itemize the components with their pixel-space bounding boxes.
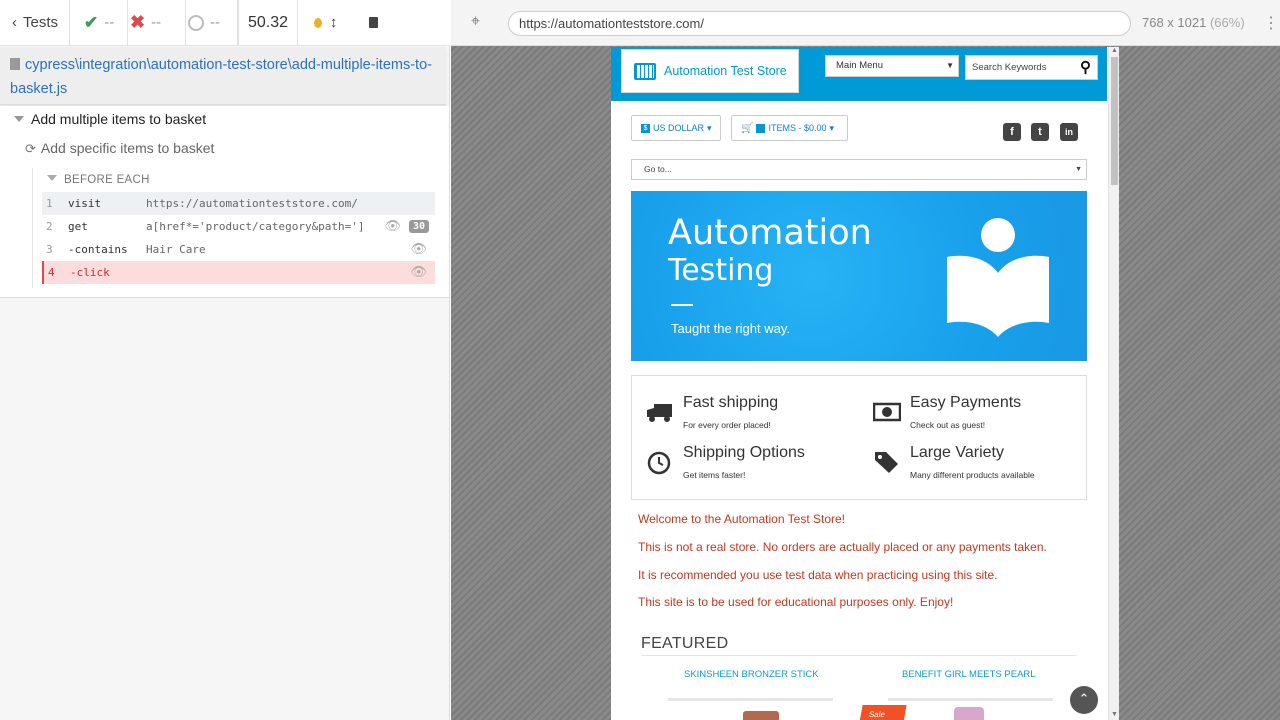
tests-back-link[interactable]: ‹ Tests [0,0,70,46]
clock-icon [647,451,671,475]
reading-person-icon [947,218,1049,337]
product-image[interactable] [954,707,984,720]
caret-down-icon [14,116,24,122]
viewport-info[interactable]: 768 x 1021 (66%) [1142,15,1245,30]
truck-icon [647,404,672,422]
featured-heading: FEATURED [641,635,729,652]
check-icon: ✔ [84,12,99,32]
cart-logo-icon [634,62,656,80]
spec-file-path[interactable]: cypress\integration\automation-test-stor… [0,47,446,105]
pending-count: -- [186,0,238,46]
scrollbar-thumb[interactable] [1111,57,1118,185]
url-bar[interactable]: https://automationteststore.com/ [508,11,1131,36]
file-icon [10,58,20,70]
facebook-icon[interactable]: f [1003,123,1021,141]
twitter-icon[interactable]: t [1031,123,1049,141]
feature-easy-payments: Easy Payments Check out as guest! [873,394,1073,439]
selector-playground-icon[interactable]: ⌖ [471,13,489,31]
failed-count: ✖ -- [128,0,186,46]
hook-block: BEFORE EACH 1 visit https://automationte… [32,168,435,288]
caret-down-icon [47,175,57,181]
site-header: Automation Test Store Main Menu ▼ Search… [611,47,1107,101]
welcome-notice: Welcome to the Automation Test Store! [638,512,845,526]
features-box: Fast shipping For every order placed! Ea… [631,375,1087,500]
goto-select[interactable]: Go to... ▼ [631,159,1087,180]
feature-shipping-options: Shipping Options Get items faster! [646,444,846,489]
currency-dropdown[interactable]: $ US DOLLAR ▾ [631,115,721,141]
feature-large-variety: Large Variety Many different products av… [873,444,1073,489]
auto-scroll-icon[interactable]: ↕ [330,14,338,31]
sale-badge: Sale [859,705,907,720]
items-icon [756,123,766,133]
product-image[interactable] [743,711,779,720]
cart-dropdown[interactable]: 🛒 ITEMS - $0.00 ▾ [731,115,848,141]
eye-slash-icon: 👁 [410,242,427,257]
eye-slash-icon: 👁 [384,219,401,234]
command-row[interactable]: 1 visit https://automationteststore.com/ [42,192,435,215]
test-title[interactable]: ⟳ Add specific items to basket [25,140,214,157]
divider [641,655,1077,656]
hook-title[interactable]: BEFORE EACH [47,174,150,186]
divider [888,698,1053,701]
main-menu-select[interactable]: Main Menu ▼ [825,55,959,77]
notice-text: It is recommended you use test data when… [638,568,998,582]
element-count-badge: 30 [408,220,429,233]
caret-down-icon: ▼ [946,61,954,70]
site-logo[interactable]: Automation Test Store [621,49,799,93]
scrollbar[interactable]: ▲ ▼ [1108,47,1119,720]
passed-count: ✔ -- [70,0,128,46]
command-row[interactable]: 3 -contains Hair Care 👁 [42,238,435,261]
test-suite: Add multiple items to basket ⟳ Add specif… [0,106,449,298]
duration: 50.32 [238,0,298,46]
command-row-failed[interactable]: 4 -click 👁 [42,261,435,284]
search-input[interactable]: Search Keywords ⚲ [965,55,1098,80]
pending-circle-icon [188,14,204,31]
hero-banner[interactable]: Automation Testing Taught the right way. [631,191,1087,361]
divider [671,304,693,306]
linkedin-icon[interactable]: in [1060,123,1078,141]
money-icon [873,402,901,422]
caret-down-icon: ▼ [1075,166,1082,173]
scroll-down-icon[interactable]: ▼ [1111,711,1118,718]
spinner-icon: ⟳ [25,141,36,156]
stop-button[interactable] [369,17,378,28]
divider [668,698,833,701]
back-to-top-button[interactable]: ⌃ [1070,686,1098,714]
feature-fast-shipping: Fast shipping For every order placed! [646,394,846,439]
tags-icon [875,452,898,473]
x-icon: ✖ [130,12,146,32]
scroll-up-icon[interactable]: ▲ [1111,47,1118,54]
notice-text: This is not a real store. No orders are … [638,540,1047,554]
chevron-left-icon: ‹ [12,14,17,31]
notice-text: This site is to be used for educational … [638,595,954,609]
command-row[interactable]: 2 get a[href*='product/category&path='] … [42,215,435,238]
product-link[interactable]: SKINSHEEN BRONZER STICK [684,669,819,680]
running-indicator-icon [314,17,322,28]
aut-iframe: Automation Test Store Main Menu ▼ Search… [611,47,1119,720]
runner-toolbar: ‹ Tests ✔ -- ✖ -- -- 50.32 ↕ [0,0,450,46]
chevron-up-icon: ⌃ [1078,691,1090,706]
dollar-icon: $ [641,123,650,133]
more-options-icon[interactable]: ⋮ [1263,13,1279,33]
suite-title[interactable]: Add multiple items to basket [14,111,206,127]
app-under-test-area: ⌖ https://automationteststore.com/ 768 x… [451,0,1280,720]
cart-icon: 🛒 [741,122,754,134]
aut-header: ⌖ https://automationteststore.com/ 768 x… [451,0,1280,46]
tests-label: Tests [23,14,59,31]
eye-slash-icon: 👁 [410,265,427,280]
command-log-panel: ‹ Tests ✔ -- ✖ -- -- 50.32 ↕ cypress\int… [0,0,450,720]
runner-controls: ↕ [298,0,378,46]
product-link[interactable]: BENEFIT GIRL MEETS PEARL [902,669,1036,680]
search-icon[interactable]: ⚲ [1080,56,1091,79]
